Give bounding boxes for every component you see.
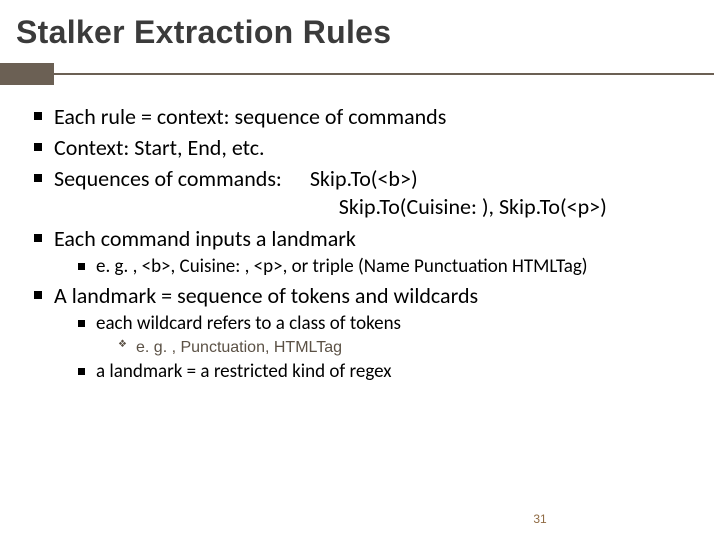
sub-sub-bullet-text: e. g. , Punctuation, HTMLTag bbox=[136, 339, 342, 356]
slide-body: Each rule = context: sequence of command… bbox=[0, 63, 720, 384]
sub-bullet-item: a landmark = a restricted kind of regex bbox=[76, 360, 698, 384]
page-number: 31 bbox=[0, 512, 720, 526]
code-sample: Skip.To(<b>) bbox=[310, 165, 418, 193]
rule-block bbox=[0, 63, 54, 85]
sub-bullet-item: e. g. , <b>, Cuisine: , <p>, or triple (… bbox=[76, 255, 698, 279]
sub-bullet-text: each wildcard refers to a class of token… bbox=[96, 312, 401, 335]
slide: Stalker Extraction Rules Each rule = con… bbox=[0, 0, 720, 540]
bullet-text: Each command inputs a landmark bbox=[54, 225, 356, 252]
sub-bullet-text: e. g. , <b>, Cuisine: , <p>, or triple (… bbox=[96, 255, 588, 278]
bullet-text: Each rule = context: sequence of command… bbox=[54, 103, 446, 130]
bullet-item: Each command inputs a landmark e. g. , <… bbox=[30, 225, 698, 279]
sub-bullet-text: a landmark = a restricted kind of regex bbox=[96, 360, 392, 383]
sub-bullet-item: each wildcard refers to a class of token… bbox=[76, 312, 698, 357]
bullet-text: Context: Start, End, etc. bbox=[54, 134, 265, 161]
rule-line bbox=[0, 73, 714, 75]
code-sample: Skip.To(Cuisine: ), Skip.To(<p>) bbox=[339, 193, 607, 220]
sub-bullet-list: each wildcard refers to a class of token… bbox=[54, 312, 698, 384]
bullet-item: Context: Start, End, etc. bbox=[30, 134, 698, 162]
sub-sub-bullet-item: e. g. , Punctuation, HTMLTag bbox=[118, 338, 698, 358]
sub-sub-bullet-list: e. g. , Punctuation, HTMLTag bbox=[96, 338, 698, 358]
bullet-text: A landmark = sequence of tokens and wild… bbox=[54, 282, 478, 309]
bullet-text: Sequences of commands: bbox=[54, 165, 282, 193]
slide-title: Stalker Extraction Rules bbox=[0, 0, 720, 57]
bullet-list: Each rule = context: sequence of command… bbox=[22, 103, 698, 384]
bullet-item: Each rule = context: sequence of command… bbox=[30, 103, 698, 131]
bullet-item: Sequences of commands: Skip.To(<b>) Sequ… bbox=[30, 165, 698, 221]
bullet-item: A landmark = sequence of tokens and wild… bbox=[30, 282, 698, 384]
bullet-hanging: Sequences of commands: Skip.To(<b>) Sequ… bbox=[54, 165, 698, 221]
sub-bullet-list: e. g. , <b>, Cuisine: , <p>, or triple (… bbox=[54, 255, 698, 279]
